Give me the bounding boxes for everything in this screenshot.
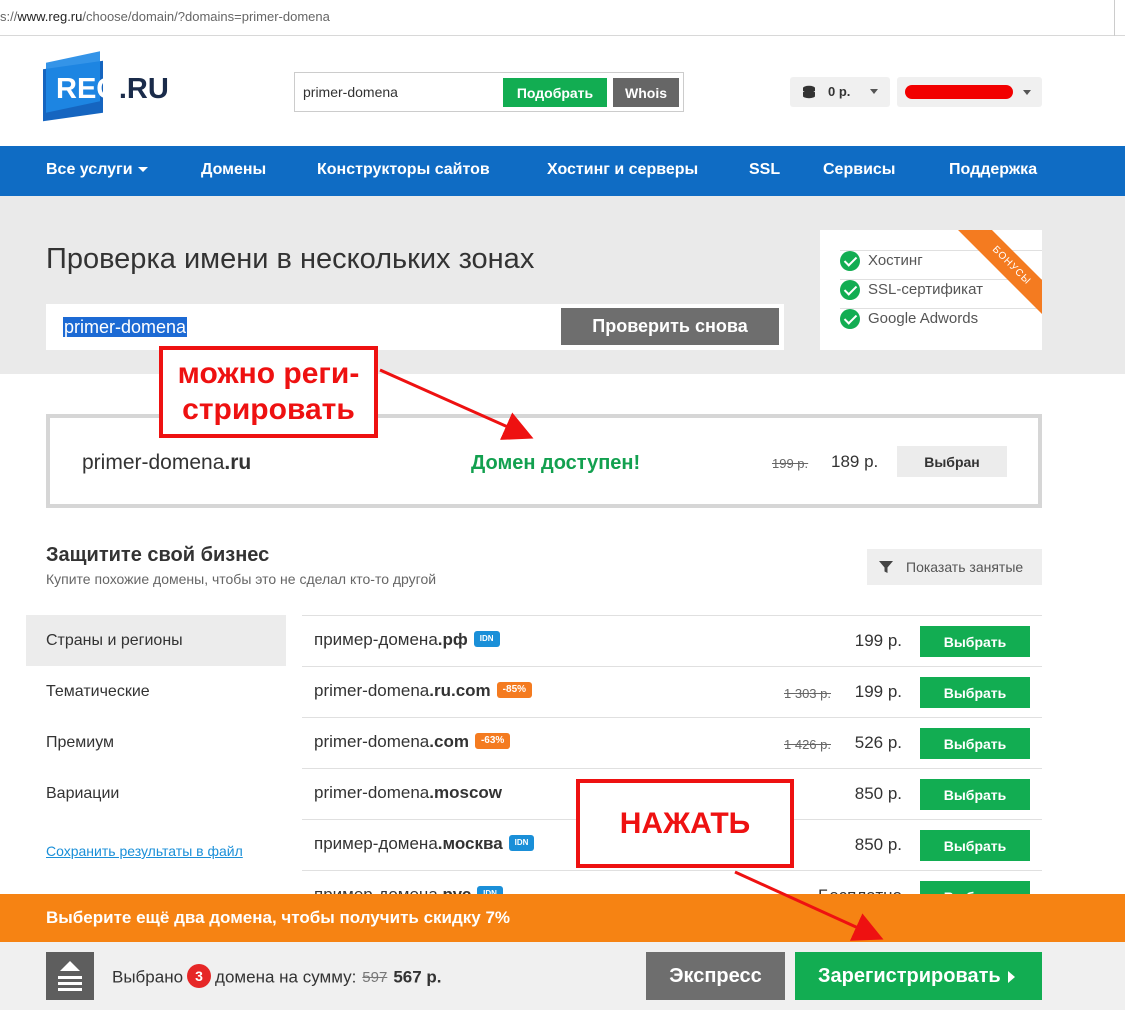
choose-button[interactable]: Выбрать (920, 881, 1030, 895)
window-edge (1114, 0, 1115, 36)
category-thematic[interactable]: Тематические (26, 666, 286, 717)
discount-badge: -63% (474, 732, 511, 749)
user-menu[interactable] (897, 77, 1042, 107)
nav-site-builders[interactable]: Конструкторы сайтов (317, 161, 490, 179)
price: 199 р. (854, 682, 902, 701)
nav-ssl[interactable]: SSL (749, 161, 780, 179)
old-price: 1 426 р. (784, 737, 831, 752)
old-price: 199 р. (772, 456, 809, 471)
bonus-panel: Хостинг SSL-сертификат Google Adwords БО… (820, 230, 1042, 350)
whois-button[interactable]: Whois (613, 78, 679, 107)
result-domain-name: primer-domena.ru (82, 451, 252, 474)
check-circle-icon (840, 309, 860, 329)
old-price: 1 303 р. (784, 686, 831, 701)
cart-bar: Выбрано 3 домена на сумму: 597 567 р. Экспре… (0, 942, 1125, 1010)
table-row: primer-domena.com -63% 1 426 р. 526 р. Вы… (302, 717, 1042, 768)
choose-button[interactable]: Выбрать (920, 779, 1030, 810)
availability-status: Домен доступен! (471, 452, 641, 474)
price: 189 р. (831, 452, 879, 471)
nav-hosting[interactable]: Хостинг и серверы (547, 161, 698, 179)
chevron-down-icon (137, 167, 148, 173)
nav-domains[interactable]: Домены (201, 161, 266, 179)
domain-name: пример-домена.рф IDN (314, 630, 500, 650)
category-countries[interactable]: Страны и регионы (26, 615, 286, 666)
register-button[interactable]: Зарегистрировать (795, 952, 1042, 1000)
table-row: пример-домена.рф IDN 199 р. Выбрать (302, 615, 1042, 666)
price: 199 р. (854, 631, 902, 650)
show-taken-button[interactable]: Показать занятые (867, 549, 1042, 585)
chevron-right-icon (1008, 971, 1015, 983)
idn-badge: IDN (508, 834, 535, 851)
selected-button[interactable]: Выбран (897, 446, 1007, 477)
save-results-link[interactable]: Сохранить результаты в файл (46, 843, 243, 859)
table-row: пример-домена.русIDN Бесплатно Выбрать (302, 870, 1042, 895)
recheck-form: primer-domena Проверить снова (46, 304, 784, 350)
nav-services[interactable]: Сервисы (823, 161, 895, 179)
promo-text: Выберите ещё два домена, чтобы получить … (46, 908, 511, 927)
express-button[interactable]: Экспресс (646, 952, 785, 1000)
reg-ru-logo[interactable]: REG.RU (43, 51, 173, 122)
main-nav: Все услуги Домены Конструкторы сайтов Хо… (0, 146, 1125, 196)
redacted-username (905, 85, 1013, 99)
query-input[interactable]: primer-domena (63, 317, 188, 337)
protect-subtitle: Купите похожие домены, чтобы это не сдел… (46, 571, 437, 587)
logo-text: REG.RU (56, 73, 169, 105)
selected-count-badge: 3 (187, 964, 212, 988)
discount-promo-bar: Выберите ещё два домена, чтобы получить … (0, 894, 1125, 942)
category-variations[interactable]: Вариации (26, 768, 286, 819)
annotation-can-register: можно реги- стрировать (159, 346, 378, 438)
choose-button[interactable]: Выбрать (920, 830, 1030, 861)
table-row: primer-domena.ru.com -85% 1 303 р. 199 р.… (302, 666, 1042, 717)
recheck-button[interactable]: Проверить снова (561, 308, 779, 345)
protect-title: Защитите свой бизнес (46, 544, 270, 566)
domain-search-box: Подобрать Whois (294, 72, 684, 112)
price: 526 р. (854, 733, 902, 752)
upload-arrow-icon (58, 961, 82, 991)
domain-name: primer-domena.ru.com -85% (314, 681, 533, 701)
domain-name: primer-domena.com -63% (314, 732, 511, 752)
balance-dropdown[interactable]: 0 р. (790, 77, 890, 107)
choose-button[interactable]: Выбрать (920, 626, 1030, 657)
cart-summary: Выбрано 3 домена на сумму: 597 567 р. (112, 964, 442, 990)
idn-badge: IDN (473, 630, 500, 647)
bonus-item: Google Adwords (840, 308, 1042, 350)
page-title: Проверка имени в нескольких зонах (46, 243, 535, 275)
total-sum: 567 р. (393, 967, 442, 987)
old-sum: 597 (362, 969, 388, 987)
check-circle-icon (840, 251, 860, 271)
check-circle-icon (840, 280, 860, 300)
discount-badge: -85% (496, 681, 533, 698)
domain-name: primer-domena.moscow (314, 783, 503, 802)
choose-button[interactable]: Выбрать (920, 728, 1030, 759)
category-premium[interactable]: Премиум (26, 717, 286, 768)
balance-value: 0 р. (828, 84, 851, 99)
chevron-down-icon (1023, 90, 1031, 95)
domain-name: пример-домена.москва IDN (314, 834, 535, 854)
price: 850 р. (854, 835, 902, 854)
chevron-down-icon (870, 89, 878, 94)
browser-address-bar[interactable]: s://www.reg.ru/choose/domain/?domains=pr… (0, 0, 1125, 36)
price: 850 р. (854, 784, 902, 803)
expand-cart-icon[interactable] (46, 952, 94, 1000)
annotation-press: НАЖАТЬ (576, 779, 794, 868)
coins-icon (803, 85, 815, 99)
pick-button[interactable]: Подобрать (503, 78, 607, 107)
url-text[interactable]: s://www.reg.ru/choose/domain/?domains=pr… (0, 9, 330, 24)
nav-all-services[interactable]: Все услуги (46, 161, 148, 179)
nav-support[interactable]: Поддержка (949, 161, 1037, 179)
filter-icon (879, 561, 893, 573)
domain-search-input[interactable] (303, 81, 498, 103)
choose-button[interactable]: Выбрать (920, 677, 1030, 708)
